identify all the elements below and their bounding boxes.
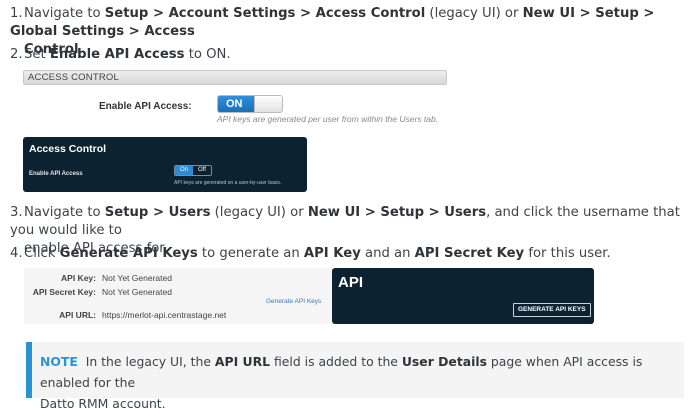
step-term: API Key xyxy=(303,246,361,261)
step-text: for this user. xyxy=(524,246,611,261)
api-url-label: API URL: xyxy=(59,310,96,320)
step-setting: Enable API Access xyxy=(49,47,185,62)
step-path: Setup > Users xyxy=(104,205,211,220)
enable-api-access-toggle[interactable]: ON xyxy=(217,95,283,113)
switch-on-option[interactable]: On xyxy=(175,166,194,175)
step-2: 2.Set Enable API Access to ON. xyxy=(10,46,682,64)
api-keys-hint: API keys are generated on a user-by-user… xyxy=(174,180,282,186)
step-term: API Secret Key xyxy=(414,246,525,261)
new-access-control-panel: Access Control Enable API Access On Off … xyxy=(23,137,307,192)
note-tag: NOTE xyxy=(40,354,78,369)
enable-api-access-switch: On Off xyxy=(174,165,212,176)
note-text: In the legacy UI, the xyxy=(85,354,215,369)
step-number: 2. xyxy=(10,47,23,62)
note-term: API URL xyxy=(214,354,271,369)
note-term: User Details xyxy=(401,354,487,369)
enable-api-access-label: Enable API Access: xyxy=(99,101,192,112)
note-text: Datto RMM account. xyxy=(40,396,166,408)
api-keys-hint: API keys are generated per user from wit… xyxy=(217,114,439,124)
panel-header: ACCESS CONTROL xyxy=(23,70,447,85)
step-text: Set xyxy=(24,47,50,62)
generate-api-keys-button[interactable]: GENERATE API KEYS xyxy=(513,303,591,317)
panel-title: Access Control xyxy=(29,143,107,155)
legacy-api-keys-panel: API Key: Not Yet Generated API Secret Ke… xyxy=(24,268,332,324)
enable-api-access-label: Enable API Access xyxy=(29,171,83,177)
toggle-knob xyxy=(254,96,282,112)
api-key-value: Not Yet Generated xyxy=(102,273,172,283)
step-text: (legacy UI) or xyxy=(210,205,308,220)
api-secret-key-label: API Secret Key: xyxy=(32,287,96,297)
step-path: New UI > Setup > Users xyxy=(307,205,487,220)
panel-title: API xyxy=(338,274,364,291)
step-number: 1. xyxy=(10,6,23,21)
step-action: Generate API Keys xyxy=(59,246,198,261)
switch-off-option[interactable]: Off xyxy=(193,166,211,175)
step-text: Navigate to xyxy=(24,205,105,220)
step-number: 3. xyxy=(10,205,23,220)
step-text: to generate an xyxy=(197,246,304,261)
note-callout: NOTE In the legacy UI, the API URL field… xyxy=(26,342,684,408)
api-key-label: API Key: xyxy=(61,273,96,283)
step-path: Setup > Account Settings > Access Contro… xyxy=(104,6,426,21)
step-number: 4. xyxy=(10,246,23,261)
legacy-access-control-panel: ACCESS CONTROL Enable API Access: ON API… xyxy=(23,70,447,128)
step-text: Click xyxy=(24,246,60,261)
api-url-value: https://merlot-api.centrastage.net xyxy=(102,310,227,320)
api-secret-key-value: Not Yet Generated xyxy=(102,287,172,297)
step-text: to ON. xyxy=(184,47,231,62)
step-text: and an xyxy=(360,246,415,261)
note-text: field is added to the xyxy=(270,354,402,369)
generate-api-keys-link[interactable]: Generate API Keys xyxy=(266,298,321,305)
new-api-panel: API GENERATE API KEYS xyxy=(332,268,594,324)
toggle-on-label: ON xyxy=(218,96,254,112)
step-4: 4.Click Generate API Keys to generate an… xyxy=(10,245,682,263)
step-text: Navigate to xyxy=(24,6,105,21)
step-text: (legacy UI) or xyxy=(425,6,523,21)
